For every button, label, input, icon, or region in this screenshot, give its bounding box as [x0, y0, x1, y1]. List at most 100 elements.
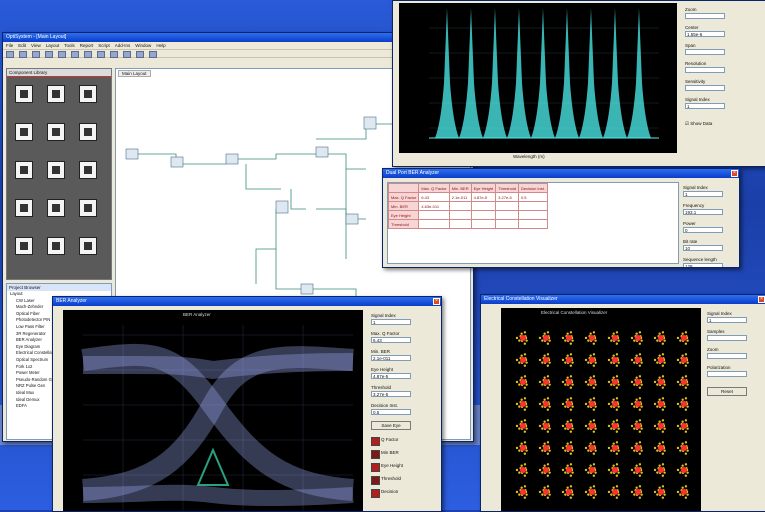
constellation-noise-dot [587, 427, 590, 430]
paste-icon[interactable] [84, 51, 92, 58]
menu-layout[interactable]: Layout [46, 42, 60, 49]
library-component-icon[interactable] [79, 199, 97, 217]
menu-addins[interactable]: Add-Ins [115, 42, 131, 49]
eye-metric-field[interactable]: 4.87e-5 [371, 373, 411, 379]
spectrum-setting-field[interactable] [685, 85, 725, 91]
library-component-icon[interactable] [47, 199, 65, 217]
ber-setting-field[interactable]: 193.1 [683, 209, 723, 215]
modulator-block[interactable] [170, 156, 184, 168]
copy-icon[interactable] [71, 51, 79, 58]
constellation-noise-dot [587, 405, 590, 408]
menu-tools[interactable]: Tools [64, 42, 75, 49]
constellation-noise-dot [681, 464, 684, 467]
library-component-icon[interactable] [79, 123, 97, 141]
spectrum-setting-field[interactable] [685, 13, 725, 19]
constellation-noise-dot [653, 380, 657, 384]
cw-laser-block[interactable] [125, 148, 139, 160]
constellation-setting-field[interactable] [707, 353, 747, 359]
menu-edit[interactable]: Edit [18, 42, 26, 49]
eye-metric-field[interactable]: 0.5 [371, 409, 411, 415]
eye-metric-field[interactable]: 2.1e-011 [371, 355, 411, 361]
library-component-icon[interactable] [79, 237, 97, 255]
ber-table-titlebar[interactable]: Dual Port BER Analyzer × [383, 169, 739, 178]
constellation-noise-dot [515, 490, 519, 494]
constellation-symbol-point [543, 467, 549, 473]
filter-block[interactable] [300, 283, 314, 295]
reset-button[interactable]: Reset [707, 387, 747, 396]
save-eye-button[interactable]: Save Eye [371, 421, 411, 430]
constellation-setting-label: Samples [707, 329, 725, 334]
legend-swatch [371, 437, 380, 446]
spectrum-setting-label: Zoom [685, 7, 697, 12]
stop-icon[interactable] [149, 51, 157, 58]
constellation-noise-dot [520, 398, 523, 401]
menu-file[interactable]: File [6, 42, 13, 49]
spectrum-plot[interactable] [399, 3, 677, 153]
zoom-icon[interactable] [123, 51, 131, 58]
cut-icon[interactable] [58, 51, 66, 58]
constellation-noise-dot [566, 486, 569, 489]
library-component-icon[interactable] [47, 123, 65, 141]
eye-titlebar[interactable]: BER Analyzer × [53, 297, 441, 306]
menu-script[interactable]: Script [98, 42, 110, 49]
ber-setting-label: Bit rate [683, 239, 698, 244]
library-component-icon[interactable] [15, 199, 33, 217]
constellation-noise-dot [589, 332, 592, 335]
constellation-setting-field[interactable]: 1 [707, 317, 747, 323]
library-component-icon[interactable] [79, 85, 97, 103]
constellation-noise-dot [594, 493, 597, 496]
menu-help[interactable]: Help [156, 42, 165, 49]
save-icon[interactable] [32, 51, 40, 58]
detector-block[interactable] [345, 213, 359, 225]
ber-setting-field[interactable]: 128 [683, 263, 723, 267]
fork-block[interactable] [275, 200, 289, 214]
ber-setting-field[interactable]: 10 [683, 245, 723, 251]
eye-metric-field[interactable]: 6.43 [371, 337, 411, 343]
constellation-titlebar[interactable]: Electrical Constellation Visualizer × [481, 295, 765, 304]
spectrum-block[interactable] [363, 116, 377, 130]
menu-report[interactable]: Report [80, 42, 94, 49]
menu-window[interactable]: Window [135, 42, 151, 49]
library-component-icon[interactable] [15, 123, 33, 141]
constellation-setting-field[interactable] [707, 371, 747, 377]
spectrum-setting-field[interactable] [685, 67, 725, 73]
close-icon[interactable]: × [433, 298, 440, 305]
constellation-noise-dot [686, 339, 689, 342]
ber-setting-field[interactable]: 1 [683, 191, 723, 197]
eye-metric-field[interactable]: 3.27e-5 [371, 391, 411, 397]
library-component-icon[interactable] [47, 85, 65, 103]
library-component-icon[interactable] [15, 161, 33, 179]
constellation-setting-field[interactable] [707, 335, 747, 341]
constellation-noise-dot [638, 485, 642, 488]
menu-view[interactable]: View [31, 42, 41, 49]
amplifier-block[interactable] [315, 146, 329, 158]
spectrum-setting-field[interactable]: 1.55e-6 [685, 31, 725, 37]
library-component-icon[interactable] [15, 237, 33, 255]
constellation-noise-dot [569, 342, 573, 345]
close-icon[interactable]: × [758, 296, 765, 303]
ber-setting-field[interactable]: 0 [683, 227, 723, 233]
show-data-checkbox[interactable]: ☑ Show Data [685, 121, 712, 127]
library-component-icon[interactable] [47, 161, 65, 179]
open-icon[interactable] [19, 51, 27, 58]
legend-swatch [371, 450, 380, 459]
constellation-noise-dot [661, 474, 665, 477]
eye-metric-field[interactable]: 1 [371, 319, 411, 325]
undo-icon[interactable] [97, 51, 105, 58]
fiber-block[interactable] [225, 153, 239, 165]
spectrum-setting-field[interactable]: 1 [685, 103, 725, 109]
eye-plot[interactable]: BER Analyzer [63, 310, 363, 511]
close-icon[interactable]: × [731, 170, 738, 177]
spectrum-setting-field[interactable] [685, 49, 725, 55]
constellation-plot[interactable]: Electrical Constellation Visualizer [501, 308, 701, 511]
run-icon[interactable] [136, 51, 144, 58]
library-component-icon[interactable] [15, 85, 33, 103]
print-icon[interactable] [45, 51, 53, 58]
redo-icon[interactable] [110, 51, 118, 58]
library-component-icon[interactable] [47, 237, 65, 255]
new-icon[interactable] [6, 51, 14, 58]
constellation-noise-dot [584, 446, 588, 450]
constellation-noise-dot [638, 441, 642, 444]
library-component-icon[interactable] [79, 161, 97, 179]
constellation-noise-dot [681, 442, 684, 445]
